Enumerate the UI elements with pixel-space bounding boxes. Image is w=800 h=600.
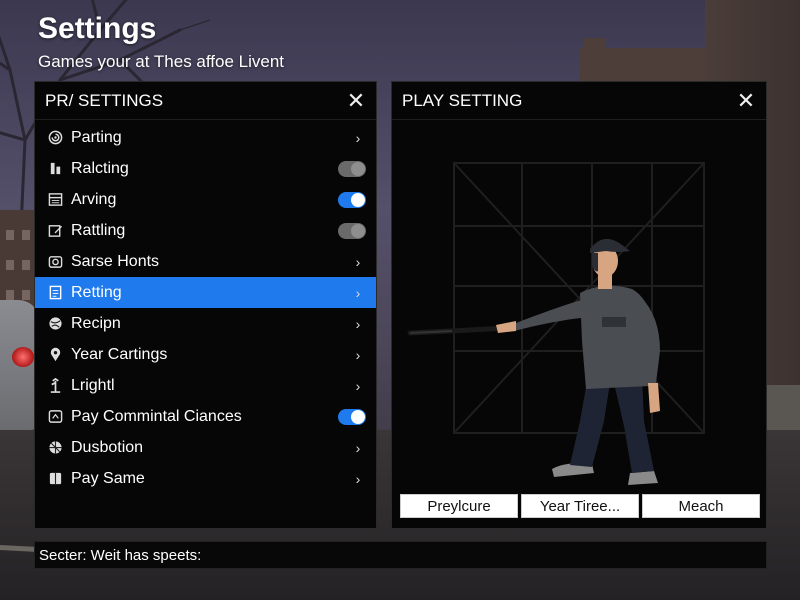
menu-item-label: Recipn bbox=[71, 314, 121, 332]
menu-item-label: Lrightl bbox=[71, 376, 115, 394]
chevron-right-icon: › bbox=[355, 129, 361, 146]
menu-item-label: Sarse Honts bbox=[71, 252, 160, 270]
rattling-toggle[interactable] bbox=[338, 222, 366, 239]
close-icon[interactable]: ✕ bbox=[346, 89, 366, 111]
chevron-right-icon: › bbox=[355, 346, 361, 363]
chevron-right-icon: › bbox=[355, 377, 361, 394]
play-setting-panel-header: PLAY SETTING ✕ bbox=[392, 82, 766, 120]
menu-item-arving[interactable]: Arving bbox=[35, 184, 376, 215]
preview-grid bbox=[453, 162, 705, 434]
menu-item-label: Pay Same bbox=[71, 469, 145, 487]
chat-icon bbox=[47, 409, 63, 425]
menu-item-lrightl[interactable]: Lrightl › bbox=[35, 370, 376, 401]
settings-panel-title: PR/ SETTINGS bbox=[45, 90, 164, 110]
meach-button[interactable]: Meach bbox=[642, 494, 760, 518]
menu-item-label: Arving bbox=[71, 190, 117, 208]
menu-item-label: Ralcting bbox=[71, 159, 129, 177]
menu-item-retting[interactable]: Retting › bbox=[35, 277, 376, 308]
camera-icon bbox=[47, 254, 63, 270]
menu-item-label: Retting bbox=[71, 283, 122, 301]
play-setting-panel-title: PLAY SETTING bbox=[402, 90, 523, 110]
menu-item-label: Year Cartings bbox=[71, 345, 168, 363]
player-character bbox=[407, 238, 660, 485]
menu-item-label: Parting bbox=[71, 128, 122, 146]
arving-toggle[interactable] bbox=[338, 191, 366, 208]
lift-icon bbox=[47, 378, 63, 394]
chevron-right-icon: › bbox=[355, 315, 361, 332]
chevron-right-icon: › bbox=[355, 253, 361, 270]
bar-icon bbox=[47, 161, 63, 177]
menu-item-recipn[interactable]: Recipn › bbox=[35, 308, 376, 339]
status-text: Secter: Weit has speets: bbox=[39, 546, 202, 564]
chevron-right-icon: › bbox=[355, 284, 361, 301]
menu-item-label: Pay Commintal Ciances bbox=[71, 407, 242, 425]
ball-icon bbox=[47, 440, 63, 456]
menu-item-label: Dusbotion bbox=[71, 438, 144, 456]
character-preview[interactable] bbox=[392, 121, 766, 491]
settings-panel-header: PR/ SETTINGS ✕ bbox=[35, 82, 376, 120]
settings-menu: Parting › Ralcting Arving Rattling Sarse… bbox=[35, 120, 376, 494]
globe-icon bbox=[47, 316, 63, 332]
year-tiree-button[interactable]: Year Tiree... bbox=[521, 494, 639, 518]
page-subtitle: Games your at Thes affoe Livent bbox=[38, 52, 285, 71]
book-icon bbox=[47, 471, 63, 487]
preylcure-button[interactable]: Preylcure bbox=[400, 494, 518, 518]
menu-item-label: Rattling bbox=[71, 221, 126, 239]
chevron-right-icon: › bbox=[355, 439, 361, 456]
page-title: Settings bbox=[38, 12, 157, 45]
edit-icon bbox=[47, 223, 63, 239]
menu-item-ralcting[interactable]: Ralcting bbox=[35, 153, 376, 184]
spiral-icon bbox=[47, 130, 63, 146]
menu-item-sarse-honts[interactable]: Sarse Honts › bbox=[35, 246, 376, 277]
car-taillight bbox=[12, 347, 34, 367]
document-icon bbox=[47, 285, 63, 301]
ralcting-toggle[interactable] bbox=[338, 160, 366, 177]
settings-panel: PR/ SETTINGS ✕ Parting › Ralcting Arving bbox=[34, 81, 377, 529]
pay-commintal-ciances-toggle[interactable] bbox=[338, 408, 366, 425]
status-bar: Secter: Weit has speets: bbox=[34, 541, 767, 569]
close-icon[interactable]: ✕ bbox=[736, 89, 756, 111]
menu-item-year-cartings[interactable]: Year Cartings › bbox=[35, 339, 376, 370]
location-pin-icon bbox=[47, 347, 63, 363]
grid-icon bbox=[47, 192, 63, 208]
menu-item-rattling[interactable]: Rattling bbox=[35, 215, 376, 246]
chevron-right-icon: › bbox=[355, 470, 361, 487]
menu-item-parting[interactable]: Parting › bbox=[35, 122, 376, 153]
menu-item-pay-same[interactable]: Pay Same › bbox=[35, 463, 376, 494]
preview-action-bar: Preylcure Year Tiree... Meach bbox=[400, 494, 760, 518]
play-setting-panel: PLAY SETTING ✕ Preylcure Year Tiree... M… bbox=[391, 81, 767, 529]
menu-item-pay-commintal-ciances[interactable]: Pay Commintal Ciances bbox=[35, 401, 376, 432]
menu-item-dusbotion[interactable]: Dusbotion › bbox=[35, 432, 376, 463]
